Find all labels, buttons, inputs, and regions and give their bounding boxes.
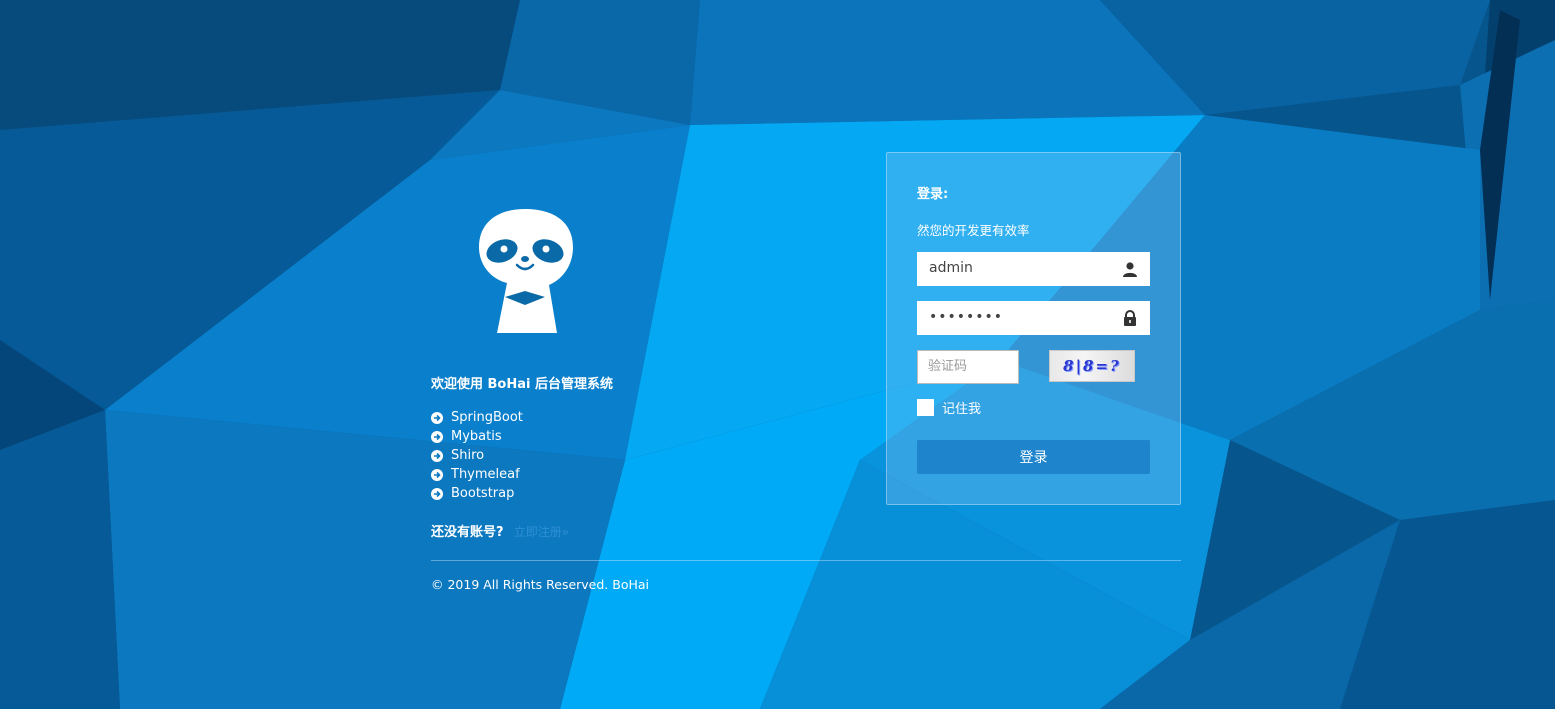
login-title: 登录: bbox=[917, 187, 949, 202]
signup-question: 还没有账号? bbox=[431, 525, 504, 540]
circle-arrow-right-icon bbox=[431, 468, 443, 481]
lock-icon bbox=[1124, 310, 1136, 326]
remember-me[interactable]: 记住我 bbox=[917, 398, 981, 417]
login-button[interactable]: 登录 bbox=[917, 440, 1150, 474]
circle-arrow-right-icon bbox=[431, 449, 443, 462]
signup-row: 还没有账号? 立即注册» bbox=[431, 521, 569, 540]
remember-checkbox[interactable] bbox=[917, 399, 934, 416]
captcha-field bbox=[917, 350, 1019, 384]
password-field bbox=[917, 301, 1150, 335]
list-item: Shiro bbox=[431, 446, 523, 465]
remember-label: 记住我 bbox=[942, 402, 982, 417]
list-item: Mybatis bbox=[431, 427, 523, 446]
list-item: SpringBoot bbox=[431, 408, 523, 427]
list-item: Bootstrap bbox=[431, 484, 523, 503]
polygon-background bbox=[0, 0, 1555, 709]
password-input[interactable] bbox=[917, 301, 1119, 333]
circle-arrow-right-icon bbox=[431, 430, 443, 443]
feature-label: Thymeleaf bbox=[451, 467, 520, 482]
captcha-image[interactable]: 8|8=? bbox=[1049, 350, 1135, 382]
welcome-title: 欢迎使用 BoHai 后台管理系统 bbox=[431, 377, 614, 392]
footer-copyright: © 2019 All Rights Reserved. BoHai bbox=[431, 577, 650, 592]
feature-label: Bootstrap bbox=[451, 486, 515, 501]
list-item: Thymeleaf bbox=[431, 465, 523, 484]
circle-arrow-right-icon bbox=[431, 487, 443, 500]
panda-mascot-logo bbox=[479, 209, 573, 333]
feature-label: Mybatis bbox=[451, 429, 502, 444]
feature-list: SpringBoot Mybatis Shiro Thymeleaf Boots… bbox=[431, 408, 523, 503]
divider bbox=[431, 560, 1181, 561]
login-page: 欢迎使用 BoHai 后台管理系统 SpringBoot Mybatis Shi… bbox=[0, 0, 1555, 709]
username-input[interactable] bbox=[917, 252, 1119, 284]
captcha-input[interactable] bbox=[918, 351, 1018, 381]
feature-label: Shiro bbox=[451, 448, 485, 463]
feature-label: SpringBoot bbox=[451, 410, 523, 425]
login-form: 登录: 然您的开发更有效率 8|8=? 记住我 登录 bbox=[886, 152, 1181, 505]
circle-arrow-right-icon bbox=[431, 411, 443, 424]
username-field bbox=[917, 252, 1150, 286]
login-subtitle: 然您的开发更有效率 bbox=[917, 223, 1030, 238]
register-link[interactable]: 立即注册» bbox=[514, 525, 569, 539]
user-icon bbox=[1123, 262, 1137, 277]
